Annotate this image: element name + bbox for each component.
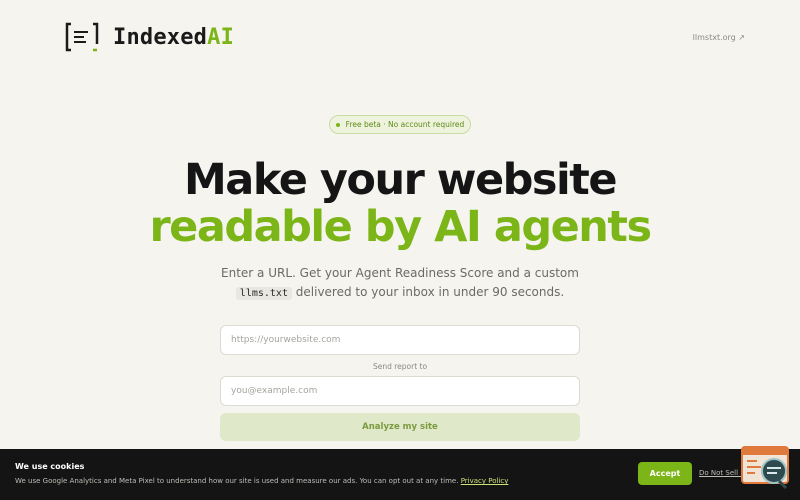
send-report-label: Send report to	[372, 362, 428, 371]
cookie-title: We use cookies	[15, 462, 85, 471]
llmstxt-link[interactable]: llmstxt.org ↗	[693, 33, 745, 42]
do-not-sell-link[interactable]: Do Not Sell My Info	[699, 469, 743, 477]
email-input[interactable]	[220, 376, 580, 406]
subtitle-line-2-rest: delivered to your inbox in under 90 seco…	[291, 285, 565, 299]
subtitle-line-1: Enter a URL. Get your Agent Readiness Sc…	[221, 266, 579, 280]
site-header: IndexedAI llmstxt.org ↗	[0, 0, 800, 72]
beta-badge: Free beta · No account required	[329, 115, 471, 134]
cookie-banner: We use cookies We use Google Analytics a…	[0, 449, 800, 500]
subtitle-line-2: llms.txt delivered to your inbox in unde…	[0, 283, 800, 303]
privacy-policy-link[interactable]: Privacy Policy	[461, 477, 509, 485]
chat-support-icon	[741, 446, 790, 493]
headline-line-2: readable by AI agents	[149, 202, 652, 252]
accept-cookies-button[interactable]: Accept	[638, 462, 692, 485]
cookie-text: We use Google Analytics and Meta Pixel t…	[15, 477, 508, 485]
url-input[interactable]	[220, 325, 580, 355]
logo-wordmark: IndexedAI	[113, 25, 234, 50]
logo-link[interactable]: IndexedAI	[65, 22, 234, 52]
analyze-button[interactable]: Analyze my site	[220, 413, 580, 441]
bracket-document-icon	[65, 22, 99, 52]
logo-text-main: Indexed	[113, 24, 208, 50]
headline-line-1: Make your website	[184, 155, 617, 205]
cookie-description: We use Google Analytics and Meta Pixel t…	[15, 477, 459, 485]
beta-badge-label: Free beta · No account required	[345, 120, 465, 129]
chat-widget-button[interactable]	[741, 445, 790, 490]
logo-text-accent: AI	[207, 24, 235, 50]
llms-txt-code: llms.txt	[235, 287, 292, 300]
status-dot-icon	[335, 122, 340, 127]
